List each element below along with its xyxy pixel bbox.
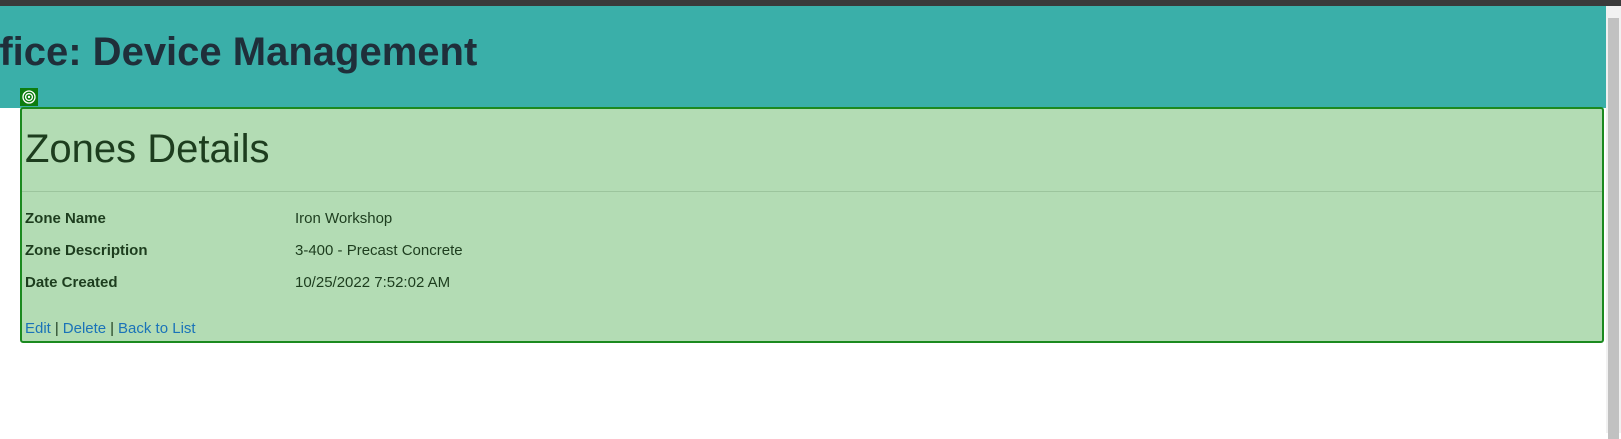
field-label: Date Created [25,274,118,291]
field-value: 3-400 - Precast Concrete [295,242,463,259]
delete-link[interactable]: Delete [63,320,106,337]
vertical-scrollbar[interactable] [1606,6,1621,439]
field-value: 10/25/2022 7:52:02 AM [295,274,451,291]
back-to-list-link[interactable]: Back to List [118,320,196,337]
link-separator: | [110,320,115,337]
app-title: ffice: Device Management [0,30,478,74]
scrollbar-thumb[interactable] [1608,18,1619,439]
field-value: Iron Workshop [295,210,393,227]
field-label: Zone Description [25,242,148,259]
field-label: Zone Name [25,210,106,227]
app-header: ffice: Device Management [0,6,1606,108]
target-icon[interactable] [20,88,38,106]
page-title: Zones Details [25,127,270,171]
action-links: Edit | Delete | Back to List [25,319,196,339]
zone-details-panel: Zones Details Zone Name Iron Workshop Zo… [20,107,1604,343]
link-separator: | [54,320,59,337]
edit-link[interactable]: Edit [25,320,51,337]
divider [22,191,1602,192]
